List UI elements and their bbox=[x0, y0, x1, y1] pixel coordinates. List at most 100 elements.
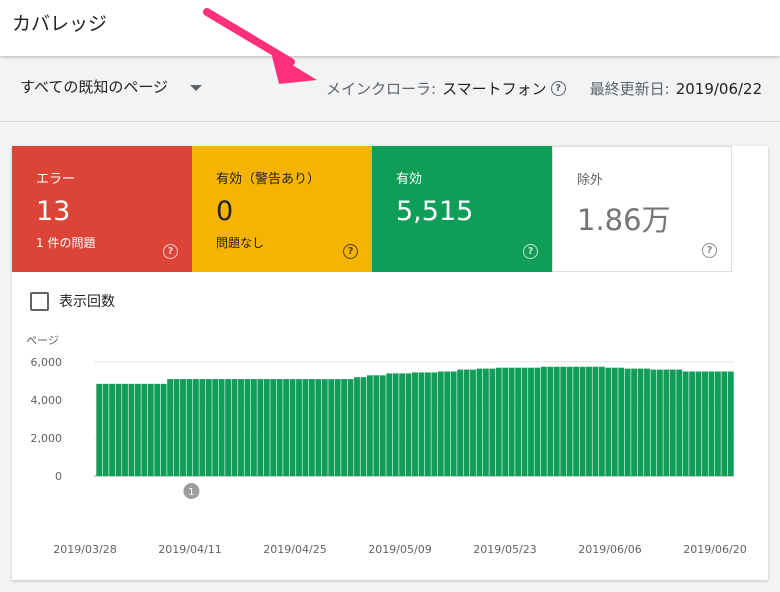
chart-bar bbox=[727, 371, 734, 476]
filter-bar: すべての既知のページ メインクローラ: スマートフォン ? 最終更新日: 201… bbox=[0, 56, 780, 122]
crawler-info: メインクローラ: スマートフォン ? 最終更新日: 2019/06/22 bbox=[326, 78, 762, 99]
chart-bar bbox=[270, 379, 277, 476]
help-icon[interactable]: ? bbox=[550, 81, 566, 96]
chart-bar bbox=[702, 371, 708, 476]
chart-bar bbox=[128, 383, 135, 476]
tile-warning-count: 0 bbox=[216, 196, 234, 227]
chart-bar bbox=[540, 366, 547, 476]
chart-bar bbox=[669, 369, 676, 476]
chart-bar bbox=[463, 369, 470, 476]
chart-bar bbox=[476, 368, 483, 476]
chart-bar bbox=[334, 379, 341, 476]
chart-bar bbox=[656, 369, 663, 476]
chevron-down-icon bbox=[190, 84, 203, 91]
chart-bar bbox=[592, 366, 599, 476]
chart-bar bbox=[573, 366, 580, 476]
help-icon[interactable]: ? bbox=[702, 243, 717, 258]
chart-bar bbox=[611, 367, 618, 476]
chart-bar bbox=[682, 371, 689, 476]
impressions-toggle[interactable]: 表示回数 bbox=[30, 291, 115, 311]
chart-bar bbox=[379, 375, 386, 476]
tile-error[interactable]: エラー 13 1 件の問題 ? bbox=[12, 146, 192, 272]
chart-bar bbox=[489, 368, 496, 476]
chart-bar bbox=[650, 369, 657, 476]
chart-bar bbox=[321, 379, 328, 476]
chart-bar bbox=[566, 366, 573, 476]
chart-bar bbox=[238, 379, 244, 476]
chart-bar bbox=[470, 369, 476, 476]
tile-warning-label: 有効（警告あり） bbox=[216, 172, 321, 187]
chart-bar bbox=[618, 367, 625, 476]
chart-bar bbox=[437, 371, 444, 476]
chart-bar bbox=[212, 379, 219, 476]
chart-bar bbox=[631, 368, 638, 476]
chart-bar bbox=[341, 379, 348, 476]
chart-bar bbox=[122, 383, 128, 476]
tile-excluded[interactable]: 除外 1.86万 ? bbox=[552, 146, 732, 272]
chart-bar bbox=[167, 379, 174, 476]
chart-bar bbox=[605, 367, 612, 476]
impressions-label: 表示回数 bbox=[59, 294, 115, 310]
tile-valid-label: 有効 bbox=[396, 172, 423, 187]
chart-y-tick-label: 0 bbox=[55, 470, 62, 483]
chart-bar bbox=[360, 377, 367, 476]
chart-bar bbox=[521, 367, 528, 476]
chart-y-tick-label: 2,000 bbox=[31, 432, 63, 445]
tile-warning-subtext: 問題なし bbox=[216, 236, 265, 250]
chart-bar bbox=[225, 379, 232, 476]
crawler-label: メインクローラ: bbox=[326, 80, 437, 98]
chart-bar bbox=[283, 379, 290, 476]
chart-bar bbox=[366, 375, 373, 476]
chart-bar bbox=[676, 369, 683, 476]
chart-bar bbox=[386, 373, 393, 476]
chart-bar bbox=[553, 366, 560, 476]
chart-bar bbox=[328, 379, 335, 476]
chart-bar bbox=[689, 371, 696, 476]
chart-bar bbox=[515, 367, 522, 476]
chart-x-tick-label: 2019/05/09 bbox=[368, 543, 431, 556]
chart-bar bbox=[457, 369, 464, 476]
chart-bar bbox=[721, 371, 728, 476]
chart-bar bbox=[199, 379, 206, 476]
chart-bar bbox=[257, 379, 264, 476]
coverage-bar-chart: ページ 0 2,000 4,000 6,000 1 2019/03/28 2019/04/11… bbox=[26, 334, 747, 556]
chart-y-axis-label: ページ bbox=[26, 334, 59, 347]
page-title: カバレッジ bbox=[12, 13, 108, 35]
chart-y-tick-label: 6,000 bbox=[31, 356, 63, 369]
chart-bar bbox=[502, 367, 509, 476]
chart-bar bbox=[160, 383, 167, 476]
impressions-checkbox[interactable] bbox=[30, 291, 49, 311]
chart-bar bbox=[147, 383, 154, 476]
tile-valid[interactable]: 有効 5,515 ? bbox=[372, 146, 552, 272]
chart-bar bbox=[276, 379, 283, 476]
help-icon[interactable]: ? bbox=[163, 244, 178, 259]
chart-bar bbox=[624, 368, 631, 476]
chart-x-tick-label: 2019/04/25 bbox=[263, 543, 326, 556]
chart-bar bbox=[296, 379, 302, 476]
help-icon[interactable]: ? bbox=[343, 244, 358, 259]
chart-bar bbox=[244, 379, 251, 476]
chart-bar bbox=[431, 372, 438, 476]
chart-bar bbox=[708, 371, 715, 476]
chart-bar bbox=[347, 379, 354, 476]
page-filter-label: すべての既知のページ bbox=[20, 78, 169, 96]
tile-excluded-label: 除外 bbox=[577, 173, 604, 188]
chart-bar bbox=[644, 368, 650, 476]
chart-bar bbox=[250, 379, 257, 476]
chart-bar bbox=[102, 383, 109, 476]
chart-bar bbox=[637, 368, 644, 476]
tile-valid-with-warnings[interactable]: 有効（警告あり） 0 問題なし ? bbox=[192, 146, 372, 272]
page-filter-dropdown[interactable]: すべての既知のページ bbox=[20, 76, 203, 97]
chart-bar bbox=[115, 383, 122, 476]
last-updated-label: 最終更新日: bbox=[589, 80, 670, 98]
chart-bar bbox=[412, 372, 418, 476]
chart-bar bbox=[450, 371, 457, 476]
chart-annotation-label: 1 bbox=[188, 487, 194, 498]
help-icon[interactable]: ? bbox=[523, 244, 538, 259]
chart-bar bbox=[141, 383, 148, 476]
chart-bar bbox=[302, 379, 309, 476]
last-updated-value: 2019/06/22 bbox=[675, 79, 763, 98]
chart-bar bbox=[399, 373, 406, 476]
chart-bar bbox=[186, 379, 193, 476]
chart-bar bbox=[315, 379, 322, 476]
